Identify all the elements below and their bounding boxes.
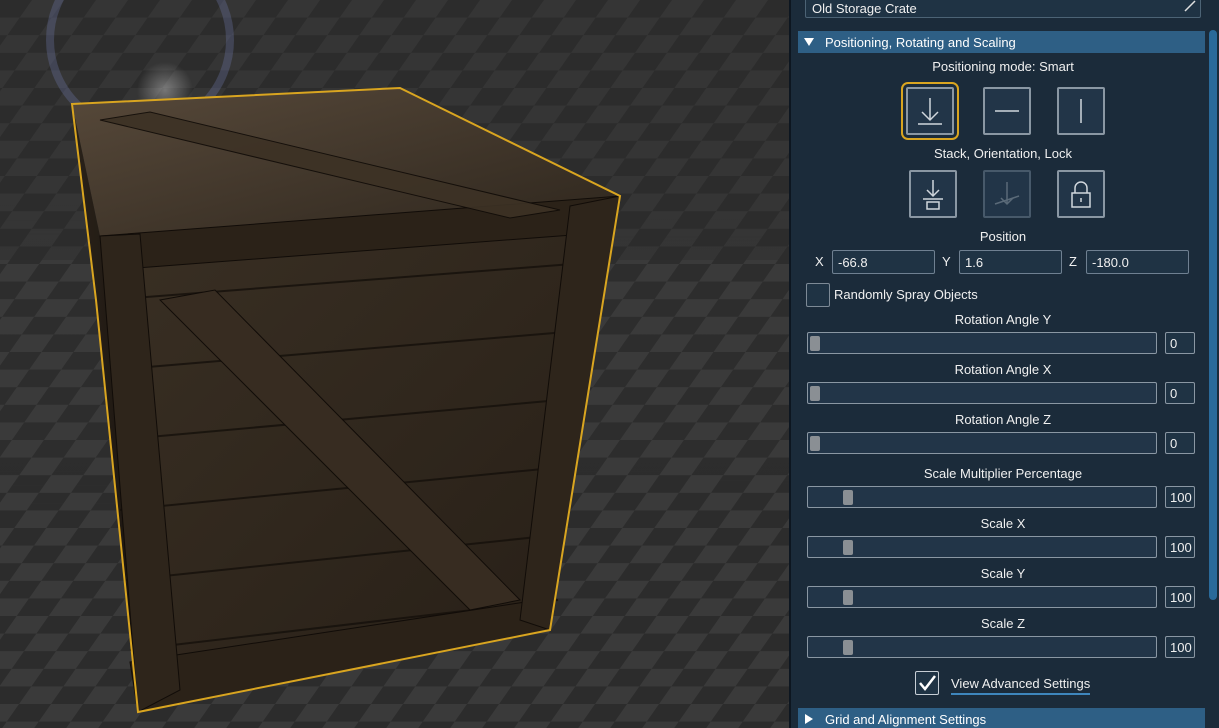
position-z-input[interactable]: -180.0 — [1086, 250, 1189, 274]
view-advanced-settings-link[interactable]: View Advanced Settings — [951, 676, 1091, 695]
slider-track[interactable] — [807, 332, 1157, 354]
position-z-label: Z — [1069, 254, 1077, 269]
checkmark-icon — [919, 675, 936, 691]
slider-value-input[interactable]: 100 — [1165, 536, 1195, 558]
position-x-input[interactable]: -66.8 — [832, 250, 935, 274]
slider-track[interactable] — [807, 432, 1157, 454]
slider-value-input[interactable]: 100 — [1165, 636, 1195, 658]
lock-icon — [1071, 181, 1091, 208]
slider-label: Scale Z — [980, 616, 1026, 631]
slider-label: Rotation Angle X — [954, 362, 1052, 377]
vertical-line-icon — [1080, 99, 1082, 123]
slider-track[interactable] — [807, 486, 1157, 508]
edit-pencil-icon[interactable] — [1184, 0, 1196, 12]
slider-value-input[interactable]: 0 — [1165, 432, 1195, 454]
slider-value-input[interactable]: 100 — [1165, 586, 1195, 608]
view-advanced-checkbox[interactable] — [915, 671, 939, 695]
slider-track[interactable] — [807, 586, 1157, 608]
section-title-grid: Grid and Alignment Settings — [825, 712, 987, 727]
position-y-label: Y — [942, 254, 951, 269]
randomly-spray-checkbox[interactable] — [806, 283, 830, 307]
slider-thumb[interactable] — [810, 336, 820, 351]
stack-orientation-lock-label: Stack, Orientation, Lock — [933, 146, 1072, 161]
position-y-input[interactable]: 1.6 — [959, 250, 1062, 274]
orientation-icon — [994, 182, 1020, 206]
slider-label: Rotation Angle Y — [954, 312, 1052, 327]
slider-value-input[interactable]: 100 — [1165, 486, 1195, 508]
slider-thumb[interactable] — [843, 590, 854, 605]
section-header-positioning[interactable]: Positioning, Rotating and Scaling — [798, 31, 1205, 53]
positioning-mode-label: Positioning mode: Smart — [932, 59, 1074, 74]
slider-thumb[interactable] — [843, 490, 854, 505]
scene-viewport[interactable] — [0, 0, 789, 728]
slider-thumb[interactable] — [810, 386, 820, 401]
slider-thumb[interactable] — [810, 436, 820, 451]
vertical-mode-button[interactable] — [1057, 87, 1105, 135]
object-name-text: Old Storage Crate — [812, 1, 917, 16]
slider-value-input[interactable]: 0 — [1165, 382, 1195, 404]
position-x-label: X — [815, 254, 824, 269]
smart-mode-icon — [918, 98, 942, 125]
slider-track[interactable] — [807, 536, 1157, 558]
randomly-spray-label: Randomly Spray Objects — [834, 287, 978, 302]
crate-model[interactable] — [70, 86, 622, 714]
section-header-grid[interactable]: Grid and Alignment Settings — [798, 708, 1205, 728]
slider-label: Rotation Angle Z — [954, 412, 1052, 427]
horizontal-mode-button[interactable] — [983, 87, 1031, 135]
object-name-field[interactable]: Old Storage Crate — [805, 0, 1201, 18]
properties-panel: Old Storage Crate Positioning, Rotating … — [789, 0, 1219, 728]
slider-track[interactable] — [807, 382, 1157, 404]
smart-mode-button[interactable] — [901, 82, 959, 140]
lock-button[interactable] — [1057, 170, 1105, 218]
slider-label: Scale X — [980, 516, 1026, 531]
slider-thumb[interactable] — [843, 540, 854, 555]
collapse-triangle-icon — [804, 38, 814, 46]
scene-canvas[interactable] — [0, 0, 789, 728]
stack-icon — [923, 180, 943, 210]
horizontal-line-icon — [995, 110, 1019, 112]
slider-thumb[interactable] — [843, 640, 854, 655]
slider-value-input[interactable]: 0 — [1165, 332, 1195, 354]
section-title-positioning: Positioning, Rotating and Scaling — [825, 35, 1016, 50]
slider-track[interactable] — [807, 636, 1157, 658]
panel-scrollbar[interactable] — [1209, 30, 1217, 600]
expand-triangle-icon — [805, 714, 813, 724]
stack-button[interactable] — [909, 170, 957, 218]
slider-label: Scale Multiplier Percentage — [923, 466, 1083, 481]
orientation-button[interactable] — [983, 170, 1031, 218]
slider-label: Scale Y — [980, 566, 1026, 581]
position-label: Position — [979, 229, 1027, 244]
